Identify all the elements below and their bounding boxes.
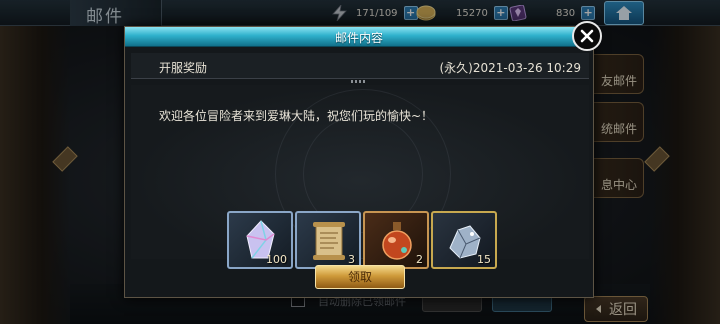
potion-icon [382,222,412,260]
reward-item[interactable]: 2 [363,211,429,269]
divider-dots [351,80,367,83]
reward-quantity: 15 [477,253,491,266]
claim-button-label: 领取 [347,270,372,284]
mail-content-dialog: 邮件内容 开服奖励 (永久)2021-03-26 10:29 欢迎各位冒险者来到… [124,21,602,298]
reward-quantity: 100 [266,253,287,266]
close-icon [580,29,594,43]
mail-subject: 开服奖励 [159,61,208,75]
close-button[interactable] [572,21,602,51]
mail-message: 欢迎各位冒险者来到爱琳大陆，祝您们玩的愉快~！ [159,109,434,123]
reward-item[interactable]: 15 [431,211,497,269]
reward-list: 100 3 2 15 [227,211,497,269]
mail-subject-bar: 开服奖励 (永久)2021-03-26 10:29 [131,53,589,79]
dialog-title: 邮件内容 [334,31,383,45]
mail-date: (永久)2021-03-26 10:29 [439,61,582,75]
dialog-header: 邮件内容 [125,27,593,47]
mail-body: 欢迎各位冒险者来到爱琳大陆，祝您们玩的愉快~！ 100 3 2 15 [131,85,589,269]
reward-quantity: 2 [416,253,423,266]
claim-button[interactable]: 领取 [315,265,405,289]
reward-item[interactable]: 100 [227,211,293,269]
reward-item[interactable]: 3 [295,211,361,269]
scroll-icon [313,222,345,260]
